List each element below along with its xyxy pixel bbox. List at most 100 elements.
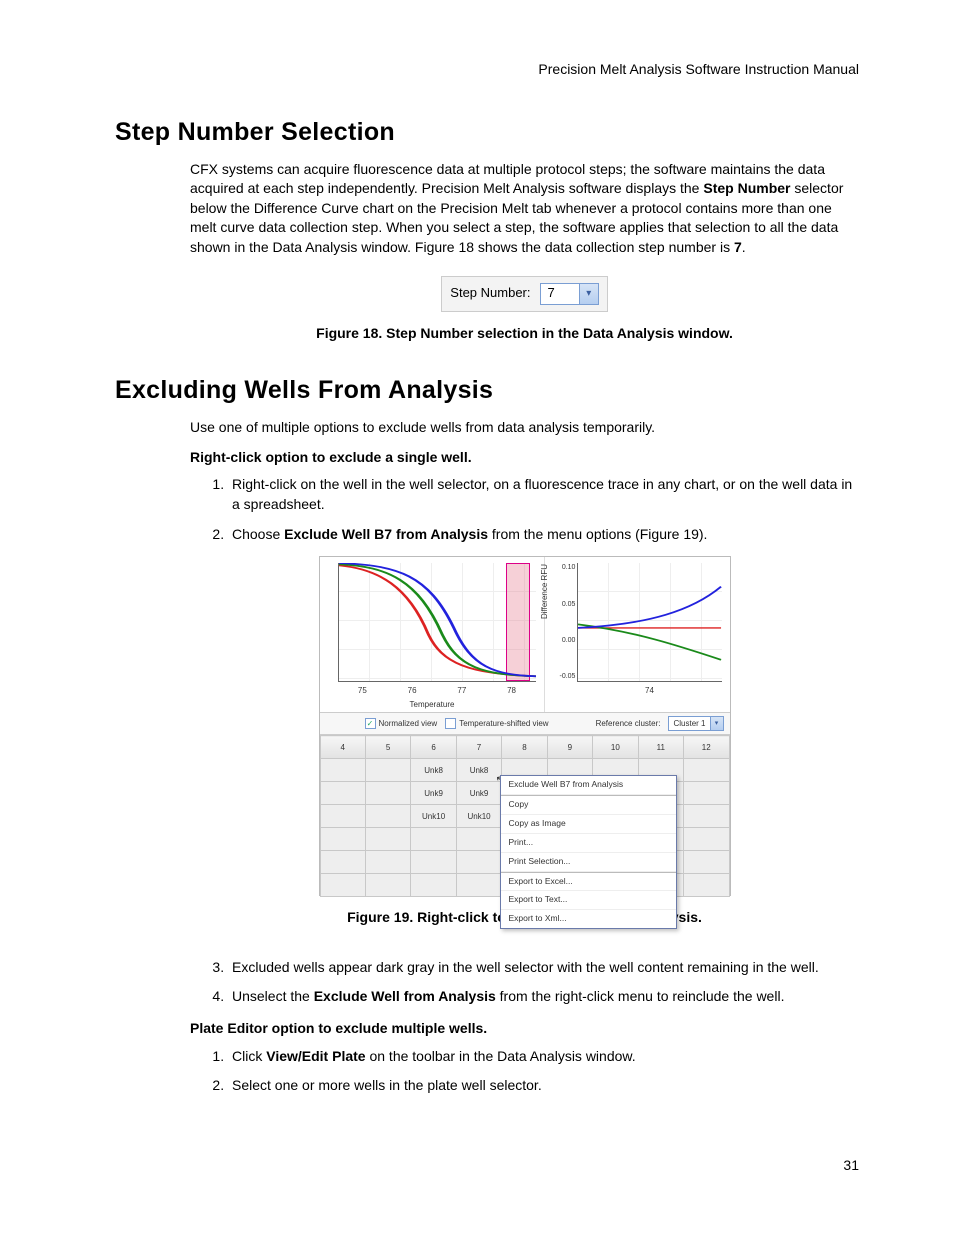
well-cell[interactable]	[320, 805, 365, 828]
xtick: 74	[645, 685, 654, 696]
menu-item-print-selection[interactable]: Print Selection...	[501, 853, 676, 872]
temperature-shifted-checkbox[interactable]: Temperature-shifted view	[445, 718, 548, 729]
well-cell[interactable]	[320, 759, 365, 782]
list-item: Choose Exclude Well B7 from Analysis fro…	[228, 525, 859, 545]
step2-pre: Choose	[232, 526, 284, 542]
well-cell[interactable]	[365, 851, 410, 874]
section-heading-excluding-wells: Excluding Wells From Analysis	[115, 373, 859, 408]
context-menu: Exclude Well B7 from Analysis Copy Copy …	[500, 775, 677, 929]
ytick: 0.05	[547, 600, 575, 610]
normalized-view-checkbox[interactable]: ✓ Normalized view	[365, 718, 438, 729]
col-header[interactable]: 11	[638, 736, 683, 759]
list-item: Right-click on the well in the well sele…	[228, 475, 859, 514]
figure-18: Step Number: 7 ▾	[190, 276, 859, 312]
well-cell[interactable]	[684, 851, 730, 874]
step5-post: on the toolbar in the Data Analysis wind…	[366, 1048, 636, 1064]
step2-post: from the menu options (Figure 19).	[488, 526, 707, 542]
col-header[interactable]: 10	[593, 736, 638, 759]
p1-bold-seven: 7	[734, 239, 742, 255]
page-number: 31	[115, 1156, 859, 1176]
well-cell[interactable]	[684, 874, 730, 897]
subhead-right-click: Right-click option to exclude a single w…	[190, 448, 859, 468]
menu-item-export-xml[interactable]: Export to Xml...	[501, 910, 676, 928]
step2-bold: Exclude Well B7 from Analysis	[284, 526, 488, 542]
well-cell[interactable]	[411, 851, 456, 874]
step5-pre: Click	[232, 1048, 266, 1064]
ytick: 0.10	[547, 563, 575, 573]
step-number-value: 7	[541, 284, 578, 302]
section2-intro: Use one of multiple options to exclude w…	[190, 418, 859, 438]
p1-bold-step-number: Step Number	[703, 180, 790, 196]
right-click-steps: Right-click on the well in the well sele…	[190, 475, 859, 544]
menu-item-copy[interactable]: Copy	[501, 796, 676, 815]
checkbox-icon	[445, 718, 456, 729]
col-header[interactable]: 6	[411, 736, 456, 759]
well-cell[interactable]	[365, 805, 410, 828]
well-grid: 4 5 6 7 8 9 10 11 12 Unk8 Unk8	[320, 735, 730, 895]
section-heading-step-number: Step Number Selection	[115, 115, 859, 150]
running-header: Precision Melt Analysis Software Instruc…	[115, 60, 859, 80]
well-cell[interactable]: Unk9	[411, 782, 456, 805]
xtick: 75	[358, 685, 367, 696]
well-cell[interactable]	[456, 851, 501, 874]
step4-bold: Exclude Well from Analysis	[314, 988, 496, 1004]
xtick: 76	[408, 685, 417, 696]
reference-cluster-value: Cluster 1	[669, 718, 709, 729]
menu-item-print[interactable]: Print...	[501, 834, 676, 853]
chart-controls: ✓ Normalized view Temperature-shifted vi…	[320, 712, 730, 735]
well-cell[interactable]: Unk10	[456, 805, 501, 828]
well-cell[interactable]: Unk9	[456, 782, 501, 805]
chevron-down-icon[interactable]: ▾	[579, 284, 598, 304]
list-item: Select one or more wells in the plate we…	[228, 1076, 859, 1096]
figure-19: 75 76 77 78 Temperature Difference RFU 0…	[190, 556, 859, 896]
right-click-steps-cont: Excluded wells appear dark gray in the w…	[190, 958, 859, 1007]
well-cell[interactable]	[365, 828, 410, 851]
col-header[interactable]: 9	[547, 736, 592, 759]
well-cell[interactable]	[320, 782, 365, 805]
well-cell[interactable]: Unk8	[411, 759, 456, 782]
well-cell[interactable]	[411, 828, 456, 851]
checkbox-icon: ✓	[365, 718, 376, 729]
col-header[interactable]: 8	[502, 736, 547, 759]
well-cell[interactable]	[365, 874, 410, 897]
well-cell[interactable]	[320, 851, 365, 874]
plate-editor-steps: Click View/Edit Plate on the toolbar in …	[190, 1047, 859, 1096]
menu-item-export-text[interactable]: Export to Text...	[501, 891, 676, 910]
col-header[interactable]: 5	[365, 736, 410, 759]
normalized-melt-chart: 75 76 77 78 Temperature	[320, 557, 546, 712]
figure-18-caption: Figure 18. Step Number selection in the …	[190, 324, 859, 344]
step-number-label: Step Number:	[450, 284, 530, 302]
well-cell[interactable]	[411, 874, 456, 897]
ytick: -0.05	[547, 672, 575, 682]
menu-item-copy-as-image[interactable]: Copy as Image	[501, 815, 676, 834]
well-cell[interactable]	[456, 874, 501, 897]
step-number-dropdown[interactable]: 7 ▾	[540, 283, 598, 305]
x-axis-label: Temperature	[320, 699, 545, 710]
list-item: Click View/Edit Plate on the toolbar in …	[228, 1047, 859, 1067]
checkbox-label: Temperature-shifted view	[459, 718, 548, 729]
menu-item-export-excel[interactable]: Export to Excel...	[501, 873, 676, 892]
reference-cluster-dropdown[interactable]: Cluster 1 ▾	[668, 716, 723, 731]
menu-item-exclude-well[interactable]: Exclude Well B7 from Analysis	[501, 776, 676, 795]
well-cell[interactable]	[365, 782, 410, 805]
col-header[interactable]: 7	[456, 736, 501, 759]
step-number-selector: Step Number: 7 ▾	[441, 276, 607, 312]
well-cell[interactable]	[456, 828, 501, 851]
col-header[interactable]: 4	[320, 736, 365, 759]
xtick: 78	[507, 685, 516, 696]
chevron-down-icon[interactable]: ▾	[710, 717, 723, 730]
well-cell[interactable]: Unk10	[411, 805, 456, 828]
well-cell[interactable]	[684, 782, 730, 805]
list-item: Excluded wells appear dark gray in the w…	[228, 958, 859, 978]
reference-cluster-label: Reference cluster:	[596, 718, 661, 729]
col-header[interactable]: 12	[684, 736, 730, 759]
well-cell[interactable]	[320, 874, 365, 897]
well-cell[interactable]	[684, 805, 730, 828]
well-cell[interactable]	[684, 828, 730, 851]
well-cell[interactable]	[684, 759, 730, 782]
xtick: 77	[457, 685, 466, 696]
ytick: 0.00	[547, 636, 575, 646]
well-cell[interactable]	[320, 828, 365, 851]
subhead-plate-editor: Plate Editor option to exclude multiple …	[190, 1019, 859, 1039]
well-cell[interactable]	[365, 759, 410, 782]
